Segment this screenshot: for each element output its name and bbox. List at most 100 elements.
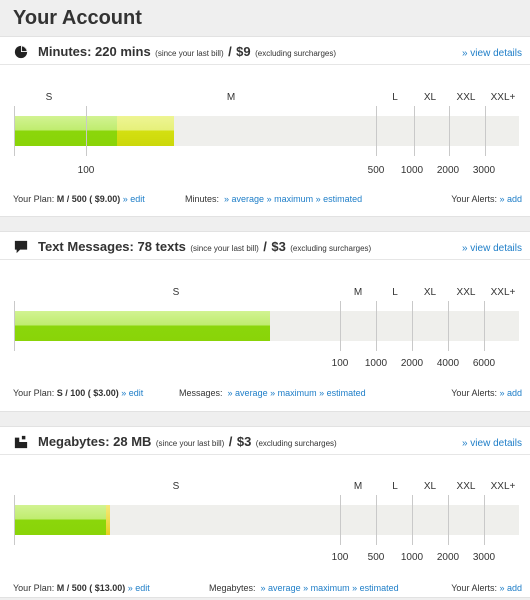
tick-label: 2000: [436, 165, 460, 176]
tier-m: M: [353, 287, 363, 298]
tier-s: S: [172, 287, 180, 298]
minutes-usage-label: Minutes:: [185, 194, 220, 204]
tier-xxl: XXL: [456, 92, 476, 103]
minutes-usage-fill-over: [117, 116, 174, 146]
tier-l: L: [392, 287, 398, 298]
add-alert-link[interactable]: » add: [499, 583, 522, 593]
megabytes-usage-fill: [14, 505, 106, 535]
page-title: Your Account: [13, 7, 142, 29]
tier-xl: XL: [423, 92, 437, 103]
tier-divider: [340, 495, 341, 545]
view-details-link[interactable]: » view details: [462, 243, 522, 254]
tier-divider: [448, 301, 449, 351]
speech-bubble-icon: [14, 240, 28, 254]
add-alert-link[interactable]: » add: [499, 388, 522, 398]
excluding-surcharges-note: (excluding surcharges): [290, 244, 372, 253]
minutes-panel: Minutes: 220 mins (since your last bill)…: [0, 36, 530, 217]
pie-chart-icon: [14, 45, 28, 59]
minutes-footer: Your Plan: M / 500 ( $9.00) » edit Minut…: [13, 194, 522, 208]
minutes-price: $9: [236, 44, 251, 59]
tick-label: 1000: [400, 552, 424, 563]
tick-label: 3000: [472, 165, 496, 176]
excluding-surcharges-note: (excluding surcharges): [255, 49, 337, 58]
tier-xxl: XXL: [456, 481, 476, 492]
text-messages-plan-value: S / 100 ( $3.00): [56, 388, 119, 398]
your-alerts-label: Your Alerts:: [451, 194, 497, 204]
tick-label: 3000: [472, 552, 496, 563]
since-last-bill-note: (since your last bill): [155, 49, 224, 58]
tick-label: 100: [331, 552, 349, 563]
minutes-usage-fill-included: [14, 116, 117, 146]
view-details-link[interactable]: » view details: [462, 438, 522, 449]
your-plan-label: Your Plan:: [13, 583, 55, 593]
estimated-link[interactable]: » estimated: [319, 388, 366, 398]
maximum-link[interactable]: » maximum: [267, 194, 314, 204]
tick-label: 2000: [400, 358, 424, 369]
edit-plan-link[interactable]: » edit: [121, 388, 143, 398]
separator-slash: /: [228, 434, 233, 449]
text-messages-footer: Your Plan: S / 100 ( $3.00) » edit Messa…: [13, 388, 522, 402]
tier-l: L: [392, 481, 398, 492]
tier-divider: [412, 301, 413, 351]
megabytes-price: $3: [236, 434, 252, 449]
minutes-tier-labels: S M L XL XXL XXL+: [14, 92, 519, 106]
tier-divider: [340, 301, 341, 351]
tier-divider: [14, 301, 15, 351]
tier-divider: [412, 495, 413, 545]
estimated-link[interactable]: » estimated: [352, 583, 399, 593]
your-alerts-label: Your Alerts:: [451, 388, 497, 398]
average-link[interactable]: » average: [224, 194, 264, 204]
add-alert-link[interactable]: » add: [499, 194, 522, 204]
excluding-surcharges-note: (excluding surcharges): [255, 439, 337, 448]
minutes-tick-labels: 100 500 1000 2000 3000: [14, 165, 519, 179]
text-messages-header: Text Messages: 78 texts (since your last…: [0, 232, 530, 260]
tier-l: L: [392, 92, 398, 103]
tier-xl: XL: [423, 287, 437, 298]
megabytes-tier-labels: S M L XL XXL XXL+: [14, 481, 519, 495]
your-alerts-label: Your Alerts:: [451, 583, 497, 593]
tier-divider: [485, 106, 486, 156]
maximum-link[interactable]: » maximum: [303, 583, 350, 593]
minutes-plan-value: M / 500 ( $9.00): [56, 194, 121, 204]
tier-divider: [376, 495, 377, 545]
edit-plan-link[interactable]: » edit: [123, 194, 145, 204]
separator-slash: /: [228, 44, 232, 59]
tick-label: 2000: [436, 552, 460, 563]
tier-s: S: [45, 92, 53, 103]
megabytes-usage-fill-edge: [106, 505, 110, 535]
tier-xxl: XXL: [456, 287, 476, 298]
tier-divider: [484, 495, 485, 545]
text-messages-usage-gauge: [14, 301, 519, 351]
tick-label: 500: [367, 165, 385, 176]
average-link[interactable]: » average: [228, 388, 268, 398]
megabytes-footer: Your Plan: M / 500 ( $13.00) » edit Mega…: [13, 583, 522, 597]
text-messages-title: Text Messages: 78 texts: [38, 239, 186, 254]
tier-divider: [376, 106, 377, 156]
text-messages-usage-fill: [14, 311, 270, 341]
tick-label: 6000: [472, 358, 496, 369]
megabytes-plan-value: M / 500 ( $13.00): [56, 583, 126, 593]
separator-slash: /: [263, 239, 267, 254]
estimated-link[interactable]: » estimated: [316, 194, 363, 204]
megabytes-header: Megabytes: 28 MB (since your last bill) …: [0, 427, 530, 455]
megabytes-tick-labels: 100 500 1000 2000 3000: [14, 552, 519, 566]
tier-divider: [484, 301, 485, 351]
average-link[interactable]: » average: [261, 583, 301, 593]
tier-xl: XL: [423, 481, 437, 492]
tier-m: M: [226, 92, 236, 103]
edit-plan-link[interactable]: » edit: [128, 583, 150, 593]
megabytes-panel: Megabytes: 28 MB (since your last bill) …: [0, 426, 530, 598]
your-plan-label: Your Plan:: [13, 388, 55, 398]
megabytes-usage-gauge: [14, 495, 519, 545]
tier-xxl-plus: XXL+: [490, 287, 516, 298]
tier-divider: [86, 106, 87, 156]
since-last-bill-note: (since your last bill): [190, 244, 259, 253]
view-details-link[interactable]: » view details: [462, 48, 522, 59]
text-messages-tier-labels: S M L XL XXL XXL+: [14, 287, 519, 301]
tier-divider: [414, 106, 415, 156]
maximum-link[interactable]: » maximum: [270, 388, 317, 398]
tick-label: 1000: [364, 358, 388, 369]
text-messages-usage-label: Messages:: [179, 388, 223, 398]
tier-divider: [376, 301, 377, 351]
megabytes-usage-label: Megabytes:: [209, 583, 256, 593]
